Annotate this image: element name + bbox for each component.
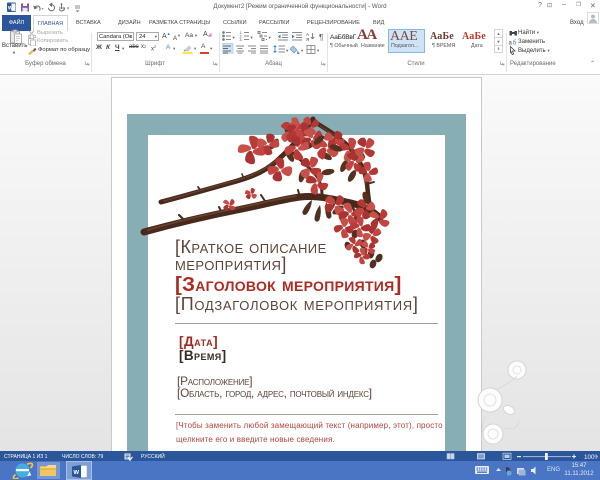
svg-text:▾: ▾ [286, 48, 289, 53]
svg-text:▾: ▾ [269, 35, 272, 40]
svg-text:▾: ▾ [317, 48, 320, 53]
svg-text:б: б [513, 41, 517, 47]
svg-text:¶: ¶ [319, 33, 323, 42]
svg-text:Я: Я [306, 37, 309, 42]
svg-text:▾: ▾ [301, 48, 304, 53]
svg-text:▾: ▾ [233, 35, 236, 40]
svg-text:▾: ▾ [251, 35, 254, 40]
svg-text:w: w [73, 469, 80, 476]
svg-text:100%: 100% [584, 454, 598, 461]
svg-text:3.: 3. [240, 38, 243, 42]
